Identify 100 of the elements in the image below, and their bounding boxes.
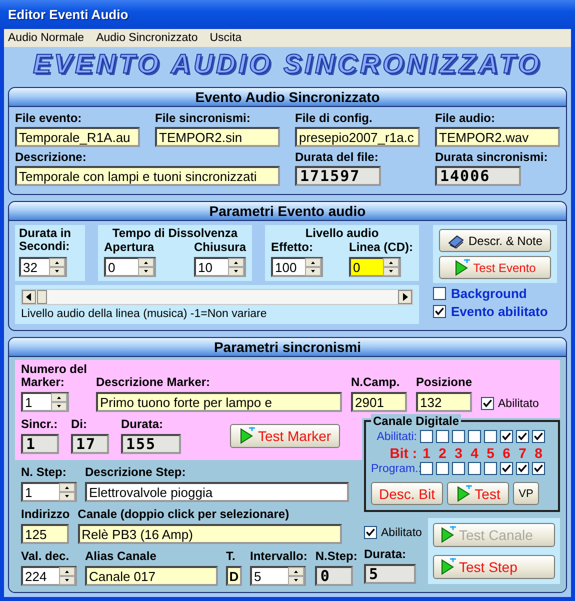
checkbox[interactable]: [468, 430, 481, 443]
text-field[interactable]: 2901: [351, 392, 407, 412]
checkbox[interactable]: [452, 430, 465, 443]
text-field[interactable]: 132: [416, 392, 472, 412]
arrow-left-icon[interactable]: [22, 290, 36, 304]
text-field[interactable]: Primo tuono forte per lampo e: [96, 392, 342, 412]
field-label: Durata del file:: [295, 151, 380, 164]
field-label: Descrizione:: [15, 151, 88, 164]
test-button[interactable]: Test Step: [433, 555, 555, 579]
checkbox[interactable]: [516, 462, 529, 475]
checkbox[interactable]: [433, 305, 446, 318]
checkbox[interactable]: [468, 462, 481, 475]
field-label: Durata sincronismi:: [435, 151, 549, 164]
display-field: 14006: [435, 166, 521, 186]
test-button[interactable]: Test Marker: [230, 424, 340, 448]
spin-field[interactable]: 224: [21, 566, 77, 586]
checkbox[interactable]: [532, 430, 545, 443]
text-field[interactable]: 125: [21, 524, 69, 544]
spinner-icon[interactable]: [59, 567, 75, 585]
field-label: Intervallo:: [250, 550, 308, 563]
group-title: Canale Digitale: [371, 414, 462, 428]
field-label: Indirizzo: [21, 508, 70, 521]
text-field[interactable]: TEMPOR2.sin: [155, 127, 280, 147]
text-field[interactable]: TEMPOR2.wav: [435, 127, 560, 147]
checkbox[interactable]: [481, 397, 494, 410]
field-label: Di:: [71, 418, 88, 431]
spin-field[interactable]: 5: [250, 566, 306, 586]
field-label: Descrizione Marker:: [96, 376, 212, 389]
text-field[interactable]: Canale 017: [85, 566, 218, 586]
field-label: File evento:: [15, 112, 83, 125]
spin-field[interactable]: 0: [104, 257, 156, 277]
checkbox[interactable]: [420, 462, 433, 475]
panel-title: Parametri Evento audio: [209, 203, 366, 219]
spinner-icon[interactable]: [383, 258, 399, 276]
checkbox[interactable]: [364, 526, 377, 539]
play-icon: [238, 427, 255, 445]
row-label: Abilitati:: [376, 430, 417, 442]
field-label: N.Camp.: [351, 376, 401, 389]
display-field: 171597: [295, 166, 381, 186]
checkbox[interactable]: [516, 430, 529, 443]
spinner-icon[interactable]: [59, 483, 75, 501]
checkbox[interactable]: [436, 462, 449, 475]
menu-item[interactable]: Audio Normale: [8, 32, 84, 44]
checkbox[interactable]: [500, 462, 513, 475]
text-field[interactable]: Temporale_R1A.au: [15, 127, 140, 147]
test-button[interactable]: Test: [447, 482, 509, 505]
spinner-icon[interactable]: [228, 258, 244, 276]
checkbox-label: Abilitato: [381, 526, 422, 538]
menu-item[interactable]: Uscita: [210, 32, 242, 44]
display-field: 17: [71, 434, 109, 454]
checkbox[interactable]: [484, 430, 497, 443]
text-field[interactable]: D: [226, 566, 242, 586]
spinner-icon[interactable]: [49, 258, 65, 276]
spin-field[interactable]: 1: [21, 392, 69, 412]
spinner-icon[interactable]: [288, 567, 304, 585]
arrow-right-icon[interactable]: [398, 290, 412, 304]
text-field[interactable]: presepio2007_r1a.c: [295, 127, 420, 147]
field-label: Posizione: [416, 376, 472, 389]
panel-title: Parametri sincronismi: [214, 339, 362, 355]
field-label: Tempo di Dissolvenza: [111, 227, 239, 240]
text-field[interactable]: Elettrovalvole pioggia: [85, 482, 349, 502]
field-label: Sincr.:: [21, 418, 59, 431]
checkbox[interactable]: [436, 430, 449, 443]
checkbox[interactable]: [452, 462, 465, 475]
field-label: Durata:: [364, 548, 408, 561]
spinner-icon[interactable]: [51, 393, 67, 411]
spinner-icon[interactable]: [305, 258, 321, 276]
checkbox-label: Background: [451, 286, 527, 301]
spinner-icon[interactable]: [138, 258, 154, 276]
test-button[interactable]: Test Evento: [439, 256, 551, 279]
checkbox[interactable]: [420, 430, 433, 443]
field-label: Durata:: [121, 418, 164, 431]
bit-number: 6: [502, 444, 512, 460]
checkbox[interactable]: [532, 462, 545, 475]
checkbox[interactable]: [500, 430, 513, 443]
spin-field[interactable]: 32: [19, 257, 67, 277]
play-icon: [456, 484, 472, 502]
field-label: Apertura: [104, 241, 156, 254]
panel-title: Evento Audio Sincronizzato: [195, 89, 380, 105]
bit-number: 8: [534, 444, 544, 460]
spin-field[interactable]: 10: [194, 257, 246, 277]
spin-field[interactable]: 100: [271, 257, 323, 277]
field-label: Alias Canale: [85, 550, 158, 563]
checkbox[interactable]: [433, 287, 446, 300]
field-label: Effetto:: [271, 241, 314, 254]
vp-button[interactable]: VP: [513, 482, 539, 505]
bit-description-button[interactable]: Desc. Bit: [371, 482, 443, 505]
spin-field[interactable]: 1: [21, 482, 77, 502]
banner-title: EVENTO AUDIO SINCRONIZZATO: [32, 48, 542, 80]
slider-thumb[interactable]: [36, 290, 47, 304]
display-field: 0: [315, 566, 354, 586]
text-field[interactable]: Temporale con lampi e tuoni sincronizzati: [15, 166, 280, 186]
spin-field[interactable]: 0: [349, 257, 401, 277]
checkbox[interactable]: [484, 462, 497, 475]
field-label: Durata in Secondi:: [19, 227, 72, 253]
field-label: T.: [226, 550, 236, 563]
notes-button[interactable]: Descr. & Note: [439, 229, 551, 252]
menu-item[interactable]: Audio Sincronizzato: [96, 32, 198, 44]
slider[interactable]: [21, 289, 413, 305]
text-field[interactable]: Relè PB3 (16 Amp): [78, 524, 342, 544]
